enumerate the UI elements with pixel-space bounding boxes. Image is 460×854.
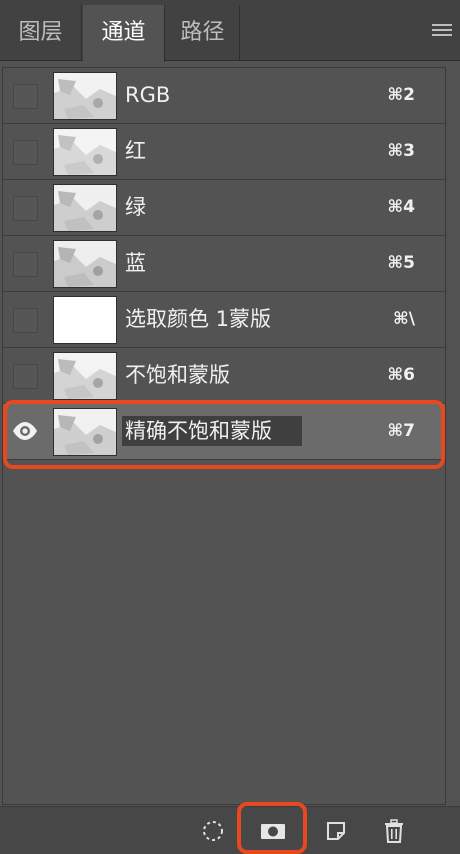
new-channel-icon[interactable] xyxy=(324,819,348,843)
channel-shortcut: ⌘6 xyxy=(387,365,415,385)
tab-paths[interactable]: 路径 xyxy=(166,5,240,61)
trash-icon[interactable] xyxy=(382,819,406,843)
channel-shortcut: ⌘3 xyxy=(387,141,415,161)
channel-toolbar xyxy=(0,806,460,854)
visibility-toggle[interactable] xyxy=(13,364,38,389)
channel-name: 蓝 xyxy=(125,251,146,275)
load-selection-icon[interactable] xyxy=(201,819,225,843)
channel-thumbnail xyxy=(53,240,117,288)
channel-thumbnail xyxy=(53,72,117,120)
channel-thumbnail xyxy=(53,352,117,400)
channel-thumbnail xyxy=(53,184,117,232)
channel-name: 选取颜色 1蒙版 xyxy=(125,307,272,331)
channel-row-selective-color-mask[interactable]: 选取颜色 1蒙版 ⌘\ xyxy=(3,292,445,348)
channel-name: 不饱和蒙版 xyxy=(125,363,230,387)
channel-shortcut: ⌘5 xyxy=(387,253,415,273)
visibility-toggle[interactable] xyxy=(13,84,38,109)
channel-name: 绿 xyxy=(125,195,146,219)
channel-thumbnail xyxy=(53,128,117,176)
tab-channels[interactable]: 通道 xyxy=(83,5,165,62)
panel-menu-icon[interactable] xyxy=(432,24,452,38)
channel-shortcut: ⌘2 xyxy=(387,85,415,105)
panel-tab-bar: 图层 通道 路径 xyxy=(0,0,460,62)
channel-name: RGB xyxy=(125,83,171,107)
channel-thumbnail xyxy=(53,296,117,344)
scrollbar[interactable] xyxy=(446,67,460,805)
visibility-toggle[interactable] xyxy=(13,308,38,333)
channel-name: 红 xyxy=(125,139,146,163)
visibility-toggle[interactable] xyxy=(13,196,38,221)
channel-row-green[interactable]: 绿 ⌘4 xyxy=(3,180,445,236)
channel-row-rgb[interactable]: RGB ⌘2 xyxy=(3,68,445,124)
channel-row-desaturate-mask[interactable]: 不饱和蒙版 ⌘6 xyxy=(3,348,445,404)
highlight-save-selection-button xyxy=(237,802,307,854)
channel-shortcut: ⌘4 xyxy=(387,197,415,217)
highlight-active-channel xyxy=(3,400,445,469)
channel-shortcut: ⌘\ xyxy=(393,309,415,329)
visibility-toggle[interactable] xyxy=(13,252,38,277)
tab-layers[interactable]: 图层 xyxy=(0,5,82,61)
visibility-toggle[interactable] xyxy=(13,140,38,165)
channel-row-red[interactable]: 红 ⌘3 xyxy=(3,124,445,180)
channel-row-blue[interactable]: 蓝 ⌘5 xyxy=(3,236,445,292)
